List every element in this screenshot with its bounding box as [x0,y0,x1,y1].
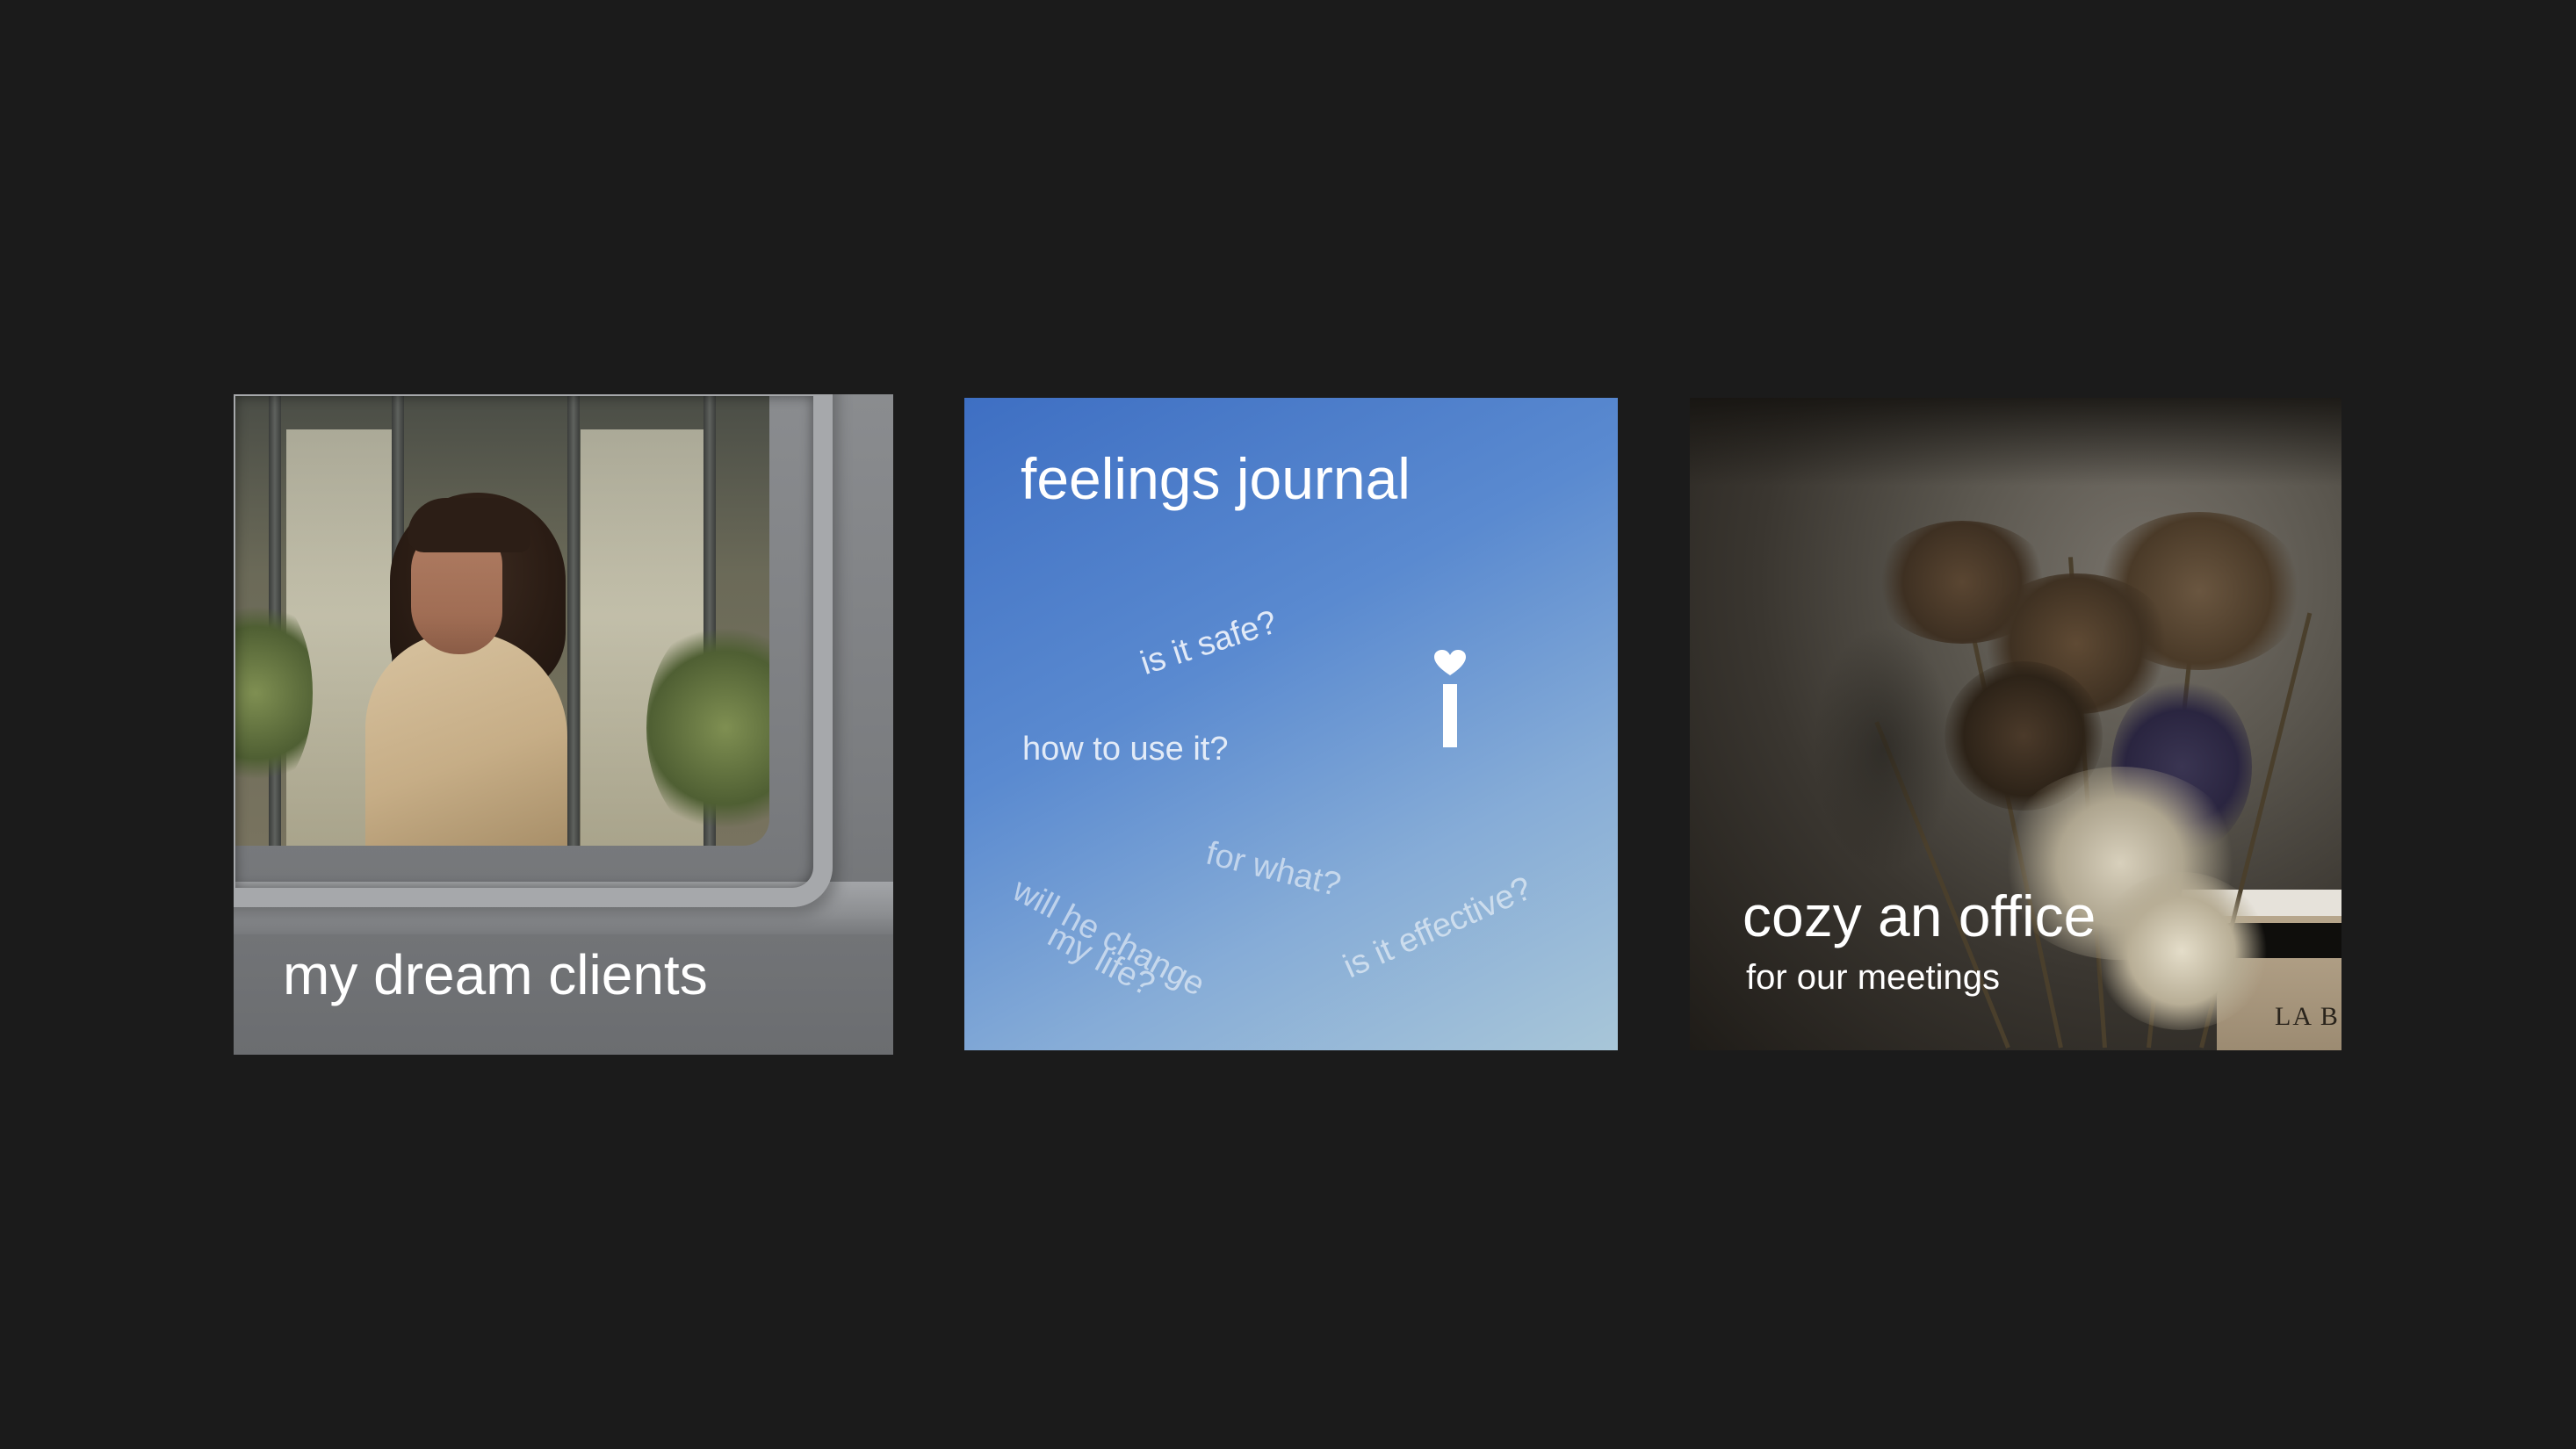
question-text: is it safe? [1136,603,1282,682]
question-text: how to use it? [1022,731,1229,768]
feelings-journal-card[interactable]: feelings journal is it safe? how to use … [964,398,1618,1050]
book-title-text: LA B [2275,1002,2340,1031]
card-title: cozy an office [1743,883,2096,948]
card-title: my dream clients [283,943,708,1006]
shadow-vignette [1690,398,2341,486]
flower-head [2094,872,2269,1030]
card-title: feelings journal [1021,446,1411,511]
window-rim [234,394,833,907]
cozy-office-card[interactable]: LA B cozy an office for our meetings [1690,398,2341,1050]
question-text: is it effective? [1338,869,1538,986]
question-text: for what? [1201,834,1345,905]
flower-shadow [1813,626,1953,872]
heart-i-logo-icon [1434,650,1466,747]
card-subtitle: for our meetings [1746,958,2001,997]
dream-clients-card[interactable]: my dream clients [234,394,893,1055]
